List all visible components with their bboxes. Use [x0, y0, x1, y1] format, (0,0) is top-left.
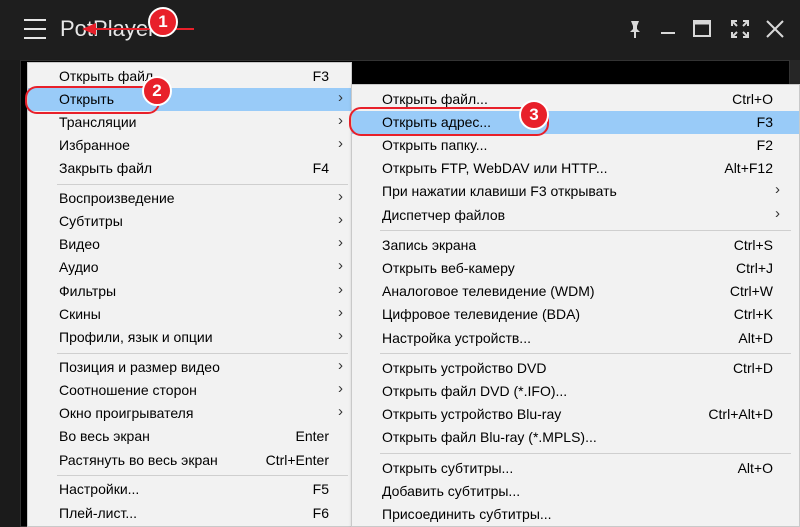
- menu-item-playback[interactable]: Воспроизведение ›: [28, 187, 351, 210]
- menu-item-filters[interactable]: Фильтры ›: [28, 280, 351, 303]
- chevron-right-icon: ›: [338, 89, 343, 106]
- menu-item-playlist[interactable]: Плей-лист... F6: [28, 502, 351, 525]
- chevron-right-icon: ›: [338, 403, 343, 420]
- menu-item-stretch-fullscreen[interactable]: Растянуть во весь экран Ctrl+Enter: [28, 449, 351, 472]
- submenu-item-device-settings[interactable]: Настройка устройств... Alt+D: [352, 327, 799, 350]
- menu-separator: [57, 184, 348, 185]
- menu-item-profiles[interactable]: Профили, язык и опции ›: [28, 326, 351, 349]
- menu-item-settings[interactable]: Настройки... F5: [28, 478, 351, 501]
- submenu-item-screen-record[interactable]: Запись экрана Ctrl+S: [352, 234, 799, 257]
- pin-icon[interactable]: [622, 16, 648, 42]
- menu-item-skins[interactable]: Скины ›: [28, 303, 351, 326]
- minimize-icon[interactable]: [655, 16, 681, 42]
- submenu-item-digital-tv[interactable]: Цифровое телевидение (BDA) Ctrl+K: [352, 303, 799, 326]
- submenu-item-file-manager[interactable]: Диспетчер файлов ›: [352, 204, 799, 227]
- menu-item-favorites[interactable]: Избранное ›: [28, 134, 351, 157]
- step-badge-2: 2: [142, 76, 172, 106]
- step-badge-1: 1: [148, 7, 178, 37]
- menu-item-subtitles[interactable]: Субтитры ›: [28, 210, 351, 233]
- chevron-right-icon: ›: [775, 181, 780, 198]
- step-badge-3: 3: [519, 100, 549, 130]
- arrow-annotation-1: [82, 23, 194, 35]
- chevron-right-icon: ›: [338, 281, 343, 298]
- submenu-item-attach-subtitles[interactable]: Присоединить субтитры...: [352, 503, 799, 526]
- menu-separator: [380, 230, 791, 231]
- submenu-item-webcam[interactable]: Открыть веб-камеру Ctrl+J: [352, 257, 799, 280]
- submenu-item-bluray-device[interactable]: Открыть устройство Blu-ray Ctrl+Alt+D: [352, 403, 799, 426]
- submenu-item-dvd-file[interactable]: Открыть файл DVD (*.IFO)...: [352, 380, 799, 403]
- menu-item-fullscreen[interactable]: Во весь экран Enter: [28, 425, 351, 448]
- highlight-oval-open: [25, 86, 160, 114]
- menu-separator: [380, 453, 791, 454]
- chevron-right-icon: ›: [338, 304, 343, 321]
- menu-item-player-window[interactable]: Окно проигрывателя ›: [28, 402, 351, 425]
- close-icon[interactable]: [762, 16, 788, 42]
- chevron-right-icon: ›: [338, 327, 343, 344]
- menu-separator: [57, 353, 348, 354]
- menu-item-audio[interactable]: Аудио ›: [28, 256, 351, 279]
- hamburger-menu-icon[interactable]: [24, 19, 46, 39]
- submenu-item-open-folder[interactable]: Открыть папку... F2: [352, 134, 799, 157]
- submenu-item-f3-behavior[interactable]: При нажатии клавиши F3 открывать ›: [352, 180, 799, 203]
- maximize-icon[interactable]: [689, 16, 715, 42]
- open-submenu: Открыть файл... Ctrl+O Открыть адрес... F3…: [351, 84, 800, 527]
- chevron-right-icon: ›: [338, 135, 343, 152]
- submenu-item-add-subtitles[interactable]: Добавить субтитры...: [352, 480, 799, 503]
- menu-item-open-file[interactable]: Открыть файл... F3: [28, 65, 351, 88]
- submenu-item-open-subtitles[interactable]: Открыть субтитры... Alt+O: [352, 457, 799, 480]
- chevron-right-icon: ›: [338, 112, 343, 129]
- title-bar: PotPlayer: [0, 0, 800, 60]
- menu-separator: [380, 353, 791, 354]
- chevron-right-icon: ›: [338, 211, 343, 228]
- menu-item-close-file[interactable]: Закрыть файл F4: [28, 157, 351, 180]
- submenu-item-bluray-file[interactable]: Открыть файл Blu-ray (*.MPLS)...: [352, 426, 799, 449]
- menu-item-aspect-ratio[interactable]: Соотношение сторон ›: [28, 379, 351, 402]
- submenu-item-open-ftp[interactable]: Открыть FTP, WebDAV или HTTP... Alt+F12: [352, 157, 799, 180]
- chevron-right-icon: ›: [338, 234, 343, 251]
- chevron-right-icon: ›: [338, 188, 343, 205]
- menu-item-video-position[interactable]: Позиция и размер видео ›: [28, 356, 351, 379]
- fullscreen-icon[interactable]: [727, 16, 753, 42]
- submenu-item-dvd-device[interactable]: Открыть устройство DVD Ctrl+D: [352, 357, 799, 380]
- menu-separator: [57, 475, 348, 476]
- chevron-right-icon: ›: [338, 357, 343, 374]
- chevron-right-icon: ›: [775, 205, 780, 222]
- submenu-item-analog-tv[interactable]: Аналоговое телевидение (WDM) Ctrl+W: [352, 280, 799, 303]
- chevron-right-icon: ›: [338, 380, 343, 397]
- chevron-right-icon: ›: [338, 257, 343, 274]
- main-context-menu: Открыть файл... F3 Открыть › Трансляции › И…: [27, 62, 352, 527]
- menu-item-video[interactable]: Видео ›: [28, 233, 351, 256]
- menu-item-broadcasts[interactable]: Трансляции ›: [28, 111, 351, 134]
